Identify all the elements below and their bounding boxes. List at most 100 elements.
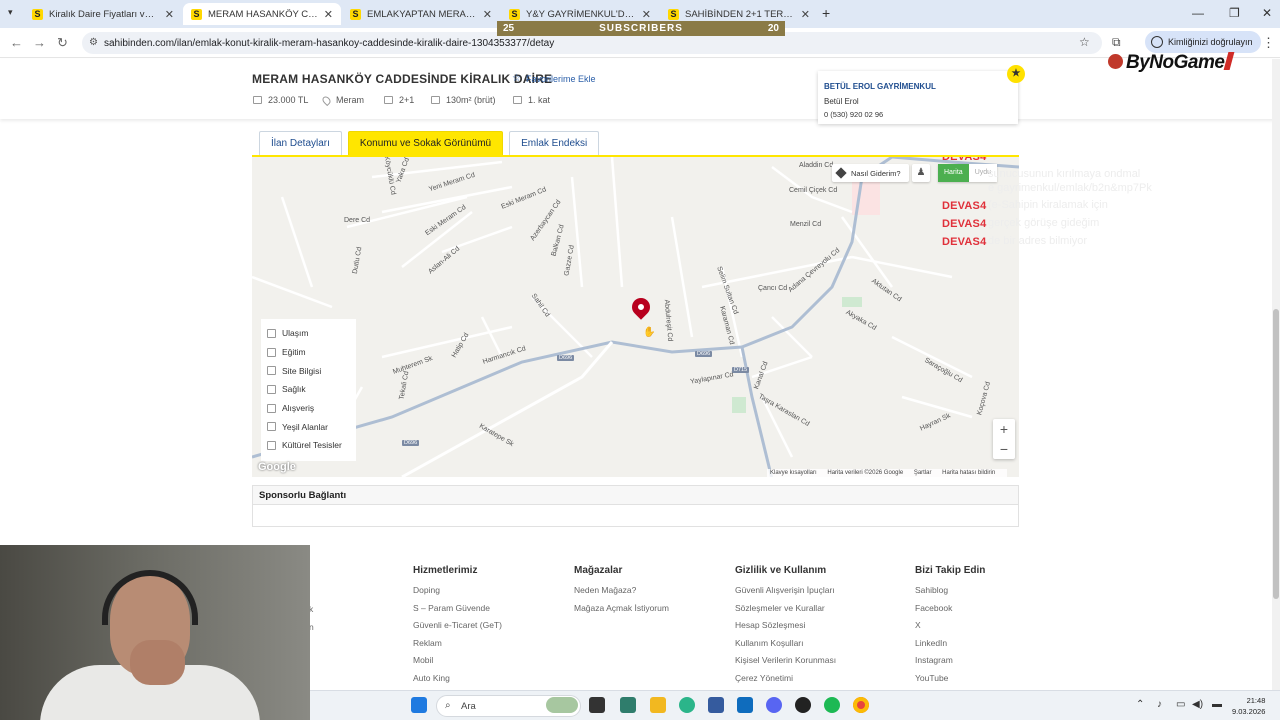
checkbox[interactable] [267,347,276,357]
layer-transport[interactable]: Ulaşım [267,324,350,343]
extensions-icon[interactable]: ⧉ [1112,35,1121,50]
checkbox[interactable] [267,366,276,376]
page-scrollbar[interactable] [1272,59,1280,690]
overlay-devas: DEVAS4 [942,218,987,230]
volume-icon[interactable]: ◀) [1192,699,1203,710]
footer-link[interactable]: Auto King [413,673,502,691]
price: 23.000 TL [268,95,309,105]
footer-link[interactable]: Reklam [413,638,502,656]
layer-cultural[interactable]: Kültürel Tesisler [267,436,350,455]
tab-close-icon[interactable]: ✕ [801,8,810,21]
bookmark-star-icon[interactable]: ☆ [1079,35,1090,49]
footer-link[interactable]: Sahiblog [915,585,985,603]
tab-close-icon[interactable]: ✕ [642,8,651,21]
new-tab-icon[interactable]: + [822,5,830,21]
checkbox[interactable] [267,403,276,413]
keyboard-shortcuts-link[interactable]: Klavye kısayolları [770,470,817,476]
windows-start-icon[interactable] [411,697,427,713]
forward-icon[interactable]: → [33,35,46,50]
checkbox[interactable] [267,422,276,432]
highway-shield: D696 [402,440,420,446]
checkbox[interactable] [267,384,276,394]
browser-tab[interactable]: S Kiralık Daire Fiyatları ve Kiralık E ✕ [24,3,182,25]
webcam-person-hand [130,640,185,685]
footer-link[interactable]: Kişisel Verilerin Korunması [735,655,836,673]
app-icon[interactable] [795,697,811,713]
widgets-icon[interactable] [546,697,578,713]
zoom-out-icon[interactable]: − [993,439,1015,459]
site-settings-icon[interactable]: ⚙ [89,37,98,48]
network-icon[interactable]: ▭ [1176,699,1185,710]
outlook-icon[interactable] [737,697,753,713]
directions-label: Nasıl Giderim? [851,168,901,178]
reload-icon[interactable]: ↻ [57,35,68,51]
footer-link[interactable]: Doping [413,585,502,603]
directions-button[interactable]: Nasıl Giderim? [832,164,909,182]
footer-link[interactable]: Güvenli e-Ticaret (GeT) [413,620,502,638]
footer-link[interactable]: Neden Mağaza? [574,585,669,603]
footer-link[interactable]: Facebook [915,603,985,621]
layer-site-info[interactable]: Site Bilgisi [267,361,350,380]
favorite-label: Favorilerime Ekle [525,73,596,84]
layer-shopping[interactable]: Alışveriş [267,399,350,418]
store-icon[interactable] [708,697,724,713]
discord-icon[interactable] [766,697,782,713]
browser-menu-icon[interactable]: ⋮ [1262,35,1275,51]
tab-close-icon[interactable]: ✕ [165,8,174,21]
scrollbar-thumb[interactable] [1273,309,1279,599]
browser-tab[interactable]: S EMLAKYAPTAN MERAM FAHRÜ ✕ [342,3,500,25]
app-icon[interactable] [620,697,636,713]
tray-chevron-icon[interactable]: ⌃ [1136,699,1144,710]
footer-link[interactable]: X [915,620,985,638]
seller-card[interactable]: BETÜL EROL GAYRİMENKUL Betül Erol 0 (530… [818,71,1018,124]
footer-link[interactable]: Hesap Sözleşmesi [735,620,836,638]
tab-close-icon[interactable]: ✕ [483,8,492,21]
profile-button[interactable]: Kimliğinizi doğrulayın [1145,31,1261,53]
edge-icon[interactable] [679,697,695,713]
layer-green-areas[interactable]: Yeşil Alanlar [267,417,350,436]
location-map[interactable]: Aladdin Cd Yeni Meram Cd Eski Meram Cd E… [252,155,1019,477]
footer-link[interactable]: LinkedIn [915,638,985,656]
tab-title: Y&Y GAYRİMENKUL'DEN kiralık [526,8,636,20]
microphone-icon[interactable]: ♪ [1157,699,1162,710]
seller-name[interactable]: BETÜL EROL GAYRİMENKUL [824,82,1012,91]
footer-link[interactable]: Güvenli Alışverişin İpuçları [735,585,836,603]
chrome-icon[interactable] [853,697,869,713]
footer-link[interactable]: S – Param Güvende [413,603,502,621]
add-favorite-link[interactable]: ☆ Favorilerime Ekle [512,73,596,84]
taskbar-clock[interactable]: 21:48 9.03.2026 [1232,695,1265,717]
footer-link[interactable]: YouTube [915,673,985,691]
tab-location-street-view[interactable]: Konumu ve Sokak Görünümü [347,131,504,155]
layer-education[interactable]: Eğitim [267,343,350,362]
ghost-text: (e-Sahipin kiralamak için [988,199,1108,211]
zoom-in-icon[interactable]: + [993,419,1015,439]
tab-search-chevron-icon[interactable]: ▾ [8,7,13,18]
checkbox[interactable] [267,328,276,338]
street-view-pegman-icon[interactable]: ♟ [912,164,930,182]
minimize-icon[interactable]: — [1192,6,1204,20]
footer-link[interactable]: Kullanım Koşulları [735,638,836,656]
footer-link[interactable]: Çerez Yönetimi [735,673,836,691]
checkbox[interactable] [267,440,276,450]
close-window-icon[interactable]: ✕ [1262,6,1272,20]
file-explorer-icon[interactable] [650,697,666,713]
layer-health[interactable]: Sağlık [267,380,350,399]
battery-icon[interactable]: ▬ [1212,699,1222,710]
map-type-map[interactable]: Harita [938,164,969,182]
tab-real-estate-index[interactable]: Emlak Endeksi [509,131,600,155]
task-view-icon[interactable] [589,697,605,713]
back-icon[interactable]: ← [10,35,23,50]
footer-link[interactable]: Mobil [413,655,502,673]
search-icon: ⌕ [445,700,451,711]
spotify-icon[interactable] [824,697,840,713]
footer-link[interactable]: Sözleşmeler ve Kurallar [735,603,836,621]
terms-link[interactable]: Şartlar [914,470,932,476]
browser-tab-active[interactable]: S MERAM HASANKÖY CADDESİNDE ✕ [183,3,341,25]
tab-listing-details[interactable]: İlan Detayları [259,131,342,155]
map-roads [252,157,1019,477]
restore-icon[interactable]: ❐ [1229,6,1240,20]
tab-close-icon[interactable]: ✕ [324,8,333,21]
report-error-link[interactable]: Harita hatası bildirin [942,470,995,476]
footer-link[interactable]: Instagram [915,655,985,673]
footer-link[interactable]: Mağaza Açmak İstiyorum [574,603,669,621]
